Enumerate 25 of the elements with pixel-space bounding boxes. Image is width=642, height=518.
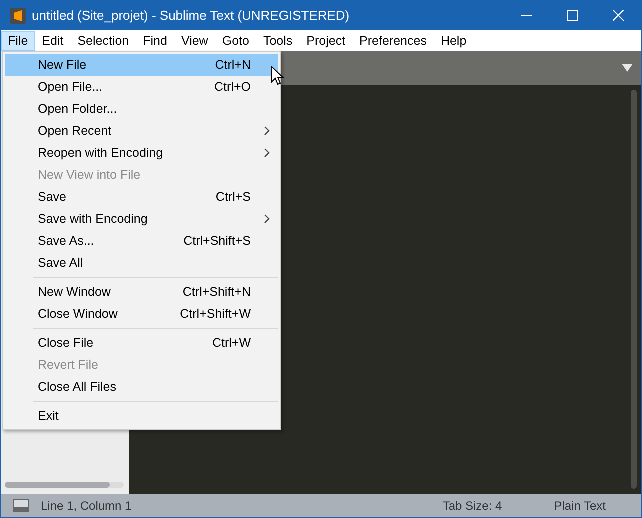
shortcut-label: Ctrl+Shift+S bbox=[184, 232, 251, 250]
menu-label: Revert File bbox=[38, 356, 100, 374]
menu-label: Close All Files bbox=[38, 378, 118, 396]
menu-label: New View into File bbox=[38, 166, 142, 184]
menu-label: Save As... bbox=[38, 232, 96, 250]
shortcut-label: Ctrl+Shift+W bbox=[180, 306, 251, 323]
menu-label: Save All bbox=[38, 254, 84, 272]
shortcut-label: Ctrl+O bbox=[214, 78, 251, 96]
shortcut-label: Ctrl+N bbox=[215, 56, 251, 74]
menu-label: Close File bbox=[38, 334, 95, 352]
menu-label: Reopen with Encoding bbox=[38, 144, 164, 162]
menu-label: Close Window bbox=[38, 306, 119, 323]
shortcut-label: Ctrl+W bbox=[212, 334, 251, 352]
menu-label: Open Recent bbox=[38, 122, 113, 140]
window-title: untitled (Site_projet) - Sublime Text (UNREGISTERED) bbox=[32, 6, 350, 25]
menu-label: Open Folder... bbox=[38, 100, 118, 118]
menu-label: New File bbox=[38, 56, 88, 74]
menu-label: Save with Encoding bbox=[38, 210, 149, 228]
shortcut-label: Ctrl+S bbox=[216, 188, 251, 206]
cursor-position: Line 1, Column 1 bbox=[41, 498, 132, 514]
menu-label: Exit bbox=[38, 408, 60, 425]
menu-label: Save bbox=[38, 188, 68, 206]
shortcut-label: Ctrl+Shift+N bbox=[182, 284, 251, 301]
menu-label: New Window bbox=[38, 284, 112, 301]
menu-label: Open File... bbox=[38, 78, 104, 96]
